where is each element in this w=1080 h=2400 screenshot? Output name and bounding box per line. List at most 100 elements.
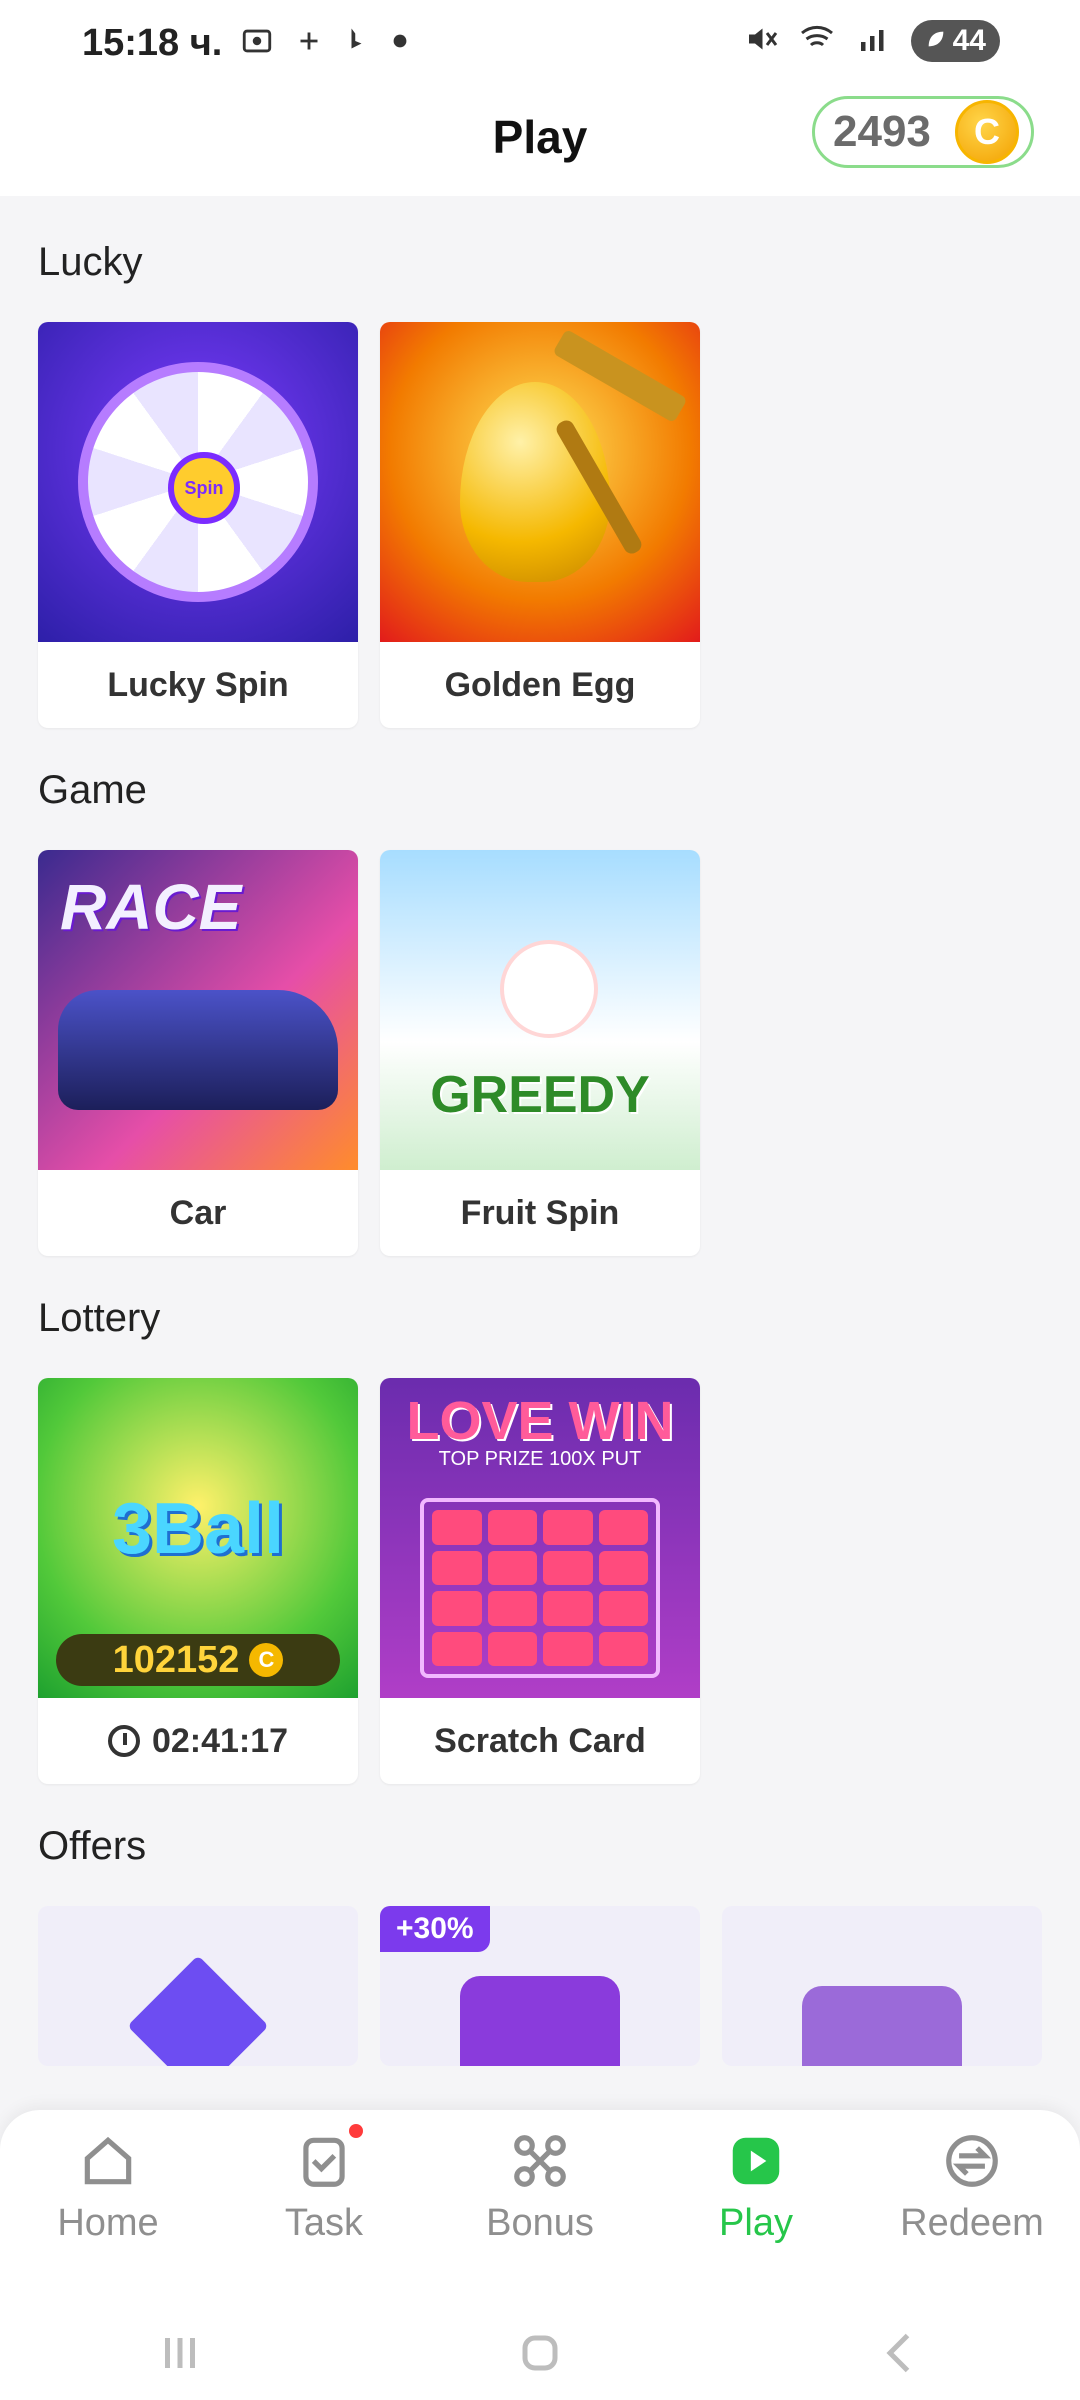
3ball-thumbnail: 3Ball 102152 C <box>38 1378 358 1698</box>
bug-icon <box>292 24 326 63</box>
gem-icon <box>543 1591 593 1626</box>
bing-icon <box>344 24 374 63</box>
lucky-spin-thumbnail: Spin <box>38 322 358 642</box>
diamond-icon <box>127 1955 269 2066</box>
card-label: Golden Egg <box>444 665 636 704</box>
card-scratch-card[interactable]: LOVE WIN TOP PRIZE 100X PUT Scratch Card <box>380 1378 700 1784</box>
offer-card-1[interactable] <box>38 1906 358 2066</box>
play-icon <box>725 2130 787 2192</box>
gem-icon <box>543 1510 593 1545</box>
dot-icon <box>392 33 408 54</box>
gem-outline-icon <box>802 1986 962 2066</box>
gem-icon <box>598 1631 648 1666</box>
mute-icon <box>743 21 779 62</box>
offer-badge: +30% <box>380 1906 490 1952</box>
nav-item-home[interactable]: Home <box>18 2130 198 2290</box>
battery-level: 44 <box>952 24 986 57</box>
chicken-graphic <box>500 940 598 1038</box>
gem-icon <box>543 1550 593 1585</box>
scratch-title: LOVE WIN <box>406 1391 674 1451</box>
gem-icon <box>487 1510 537 1545</box>
recent-apps-icon[interactable] <box>150 2323 210 2388</box>
card-label: Fruit Spin <box>460 1193 620 1232</box>
countdown-value: 02:41:17 <box>151 1721 289 1760</box>
card-fruit-spin[interactable]: GREEDY Fruit Spin <box>380 850 700 1256</box>
race-title: RACE <box>60 871 242 943</box>
gem-icon <box>487 1550 537 1585</box>
scratch-subtitle: TOP PRIZE 100X PUT <box>438 1448 642 1470</box>
nav-item-play[interactable]: Play <box>666 2130 846 2290</box>
gem-icon <box>487 1591 537 1626</box>
nav-item-redeem[interactable]: Redeem <box>882 2130 1062 2290</box>
coin-icon: C <box>249 1643 284 1677</box>
nav-label-home: Home <box>57 2202 159 2244</box>
notification-dot <box>349 2124 363 2138</box>
jackpot-badge: 102152 C <box>56 1634 340 1686</box>
section-title-lucky: Lucky <box>38 240 143 284</box>
network-icon <box>509 2130 571 2192</box>
back-icon[interactable] <box>870 2323 930 2388</box>
nav-label-bonus: Bonus <box>486 2202 594 2244</box>
gem-icon <box>432 1510 482 1545</box>
header: Play 2493 C <box>0 92 1080 196</box>
scratch-card-thumbnail: LOVE WIN TOP PRIZE 100X PUT <box>380 1378 700 1698</box>
battery-indicator: 44 <box>910 20 1000 62</box>
3ball-title: 3Ball <box>111 1489 285 1569</box>
scratch-grid <box>420 1498 660 1678</box>
fruit-spin-thumbnail: GREEDY <box>380 850 700 1170</box>
status-icons-right: 44 <box>743 20 1000 62</box>
bottom-navigation: Home Task Bonus Play Redeem <box>0 2110 1080 2400</box>
exchange-icon <box>941 2130 1003 2192</box>
offer-card-2[interactable]: +30% <box>380 1906 700 2066</box>
card-3ball[interactable]: 3Ball 102152 C 02:41:17 <box>38 1378 358 1784</box>
countdown-timer: 02:41:17 <box>38 1698 358 1784</box>
content: Lucky Spin Lucky Spin Golden Egg Game RA… <box>0 196 1080 2070</box>
car-graphic <box>58 990 338 1110</box>
gem-icon <box>598 1510 648 1545</box>
nav-item-bonus[interactable]: Bonus <box>450 2130 630 2290</box>
nav-item-task[interactable]: Task <box>234 2124 414 2290</box>
card-label: Lucky Spin <box>107 665 289 704</box>
status-bar: 15:18 ч. 44 <box>0 0 1080 92</box>
nav-label-task: Task <box>284 2202 364 2244</box>
car-thumbnail: RACE <box>38 850 358 1170</box>
screenshot-icon <box>240 24 274 63</box>
gem-icon <box>432 1591 482 1626</box>
card-golden-egg[interactable]: Golden Egg <box>380 322 700 728</box>
gem-icon <box>487 1631 537 1666</box>
jackpot-value: 102152 <box>112 1638 240 1681</box>
coin-balance[interactable]: 2493 C <box>812 96 1034 168</box>
gem-icon <box>598 1591 648 1626</box>
gem-icon <box>432 1550 482 1585</box>
crown-icon <box>460 1976 620 2066</box>
offer-card-3[interactable] <box>722 1906 1042 2066</box>
home-icon <box>77 2130 139 2192</box>
coin-icon: C <box>955 100 1019 164</box>
nav-items: Home Task Bonus Play Redeem <box>0 2124 1080 2290</box>
section-title-offers: Offers <box>38 1824 147 1868</box>
gem-icon <box>432 1631 482 1666</box>
system-navigation <box>0 2310 1080 2400</box>
card-lucky-spin[interactable]: Spin Lucky Spin <box>38 322 358 728</box>
clipboard-check-icon <box>293 2124 363 2192</box>
spin-center: Spin <box>168 452 240 524</box>
nav-label-play: Play <box>719 2202 793 2244</box>
greedy-title: GREEDY <box>430 1066 650 1124</box>
section-title-game: Game <box>38 768 147 812</box>
leaf-icon <box>925 24 947 58</box>
card-label: Scratch Card <box>434 1721 646 1760</box>
gem-icon <box>598 1550 648 1585</box>
status-icons-left <box>240 24 408 63</box>
status-time: 15:18 ч. <box>82 22 223 64</box>
card-car[interactable]: RACE Car <box>38 850 358 1256</box>
clock-icon <box>107 1725 140 1757</box>
section-title-lottery: Lottery <box>38 1296 161 1340</box>
card-label: Car <box>169 1193 227 1232</box>
signal-icon <box>855 21 891 62</box>
nav-label-redeem: Redeem <box>900 2202 1044 2244</box>
gem-icon <box>543 1631 593 1666</box>
coin-balance-value: 2493 <box>833 107 931 156</box>
golden-egg-thumbnail <box>380 322 700 642</box>
home-button-icon[interactable] <box>510 2323 570 2388</box>
wifi-icon <box>799 21 835 62</box>
